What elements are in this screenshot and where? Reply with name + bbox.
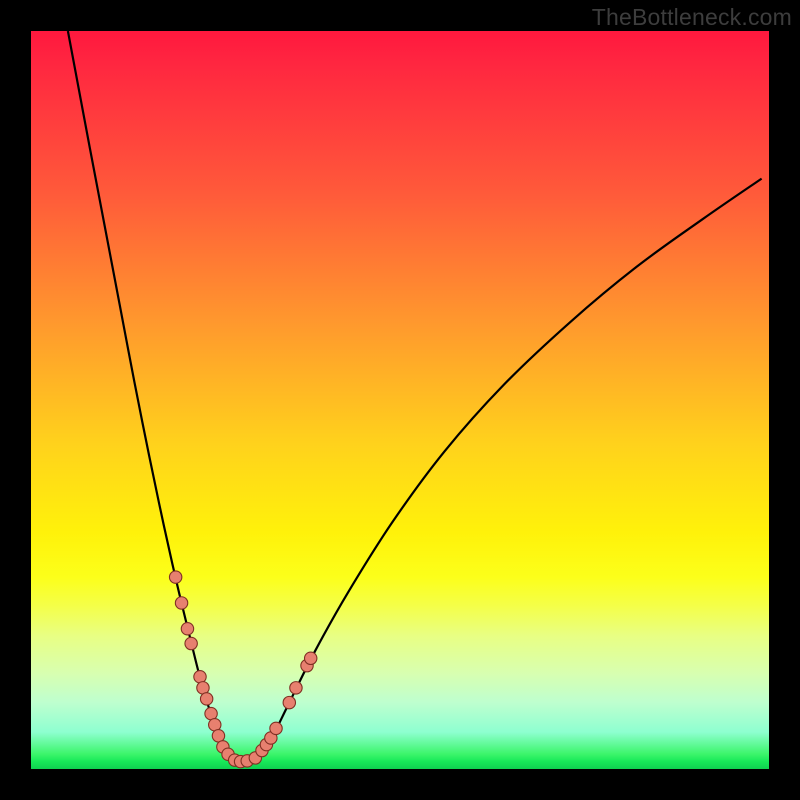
data-point [169,571,181,583]
data-point [209,719,221,731]
data-point [197,682,209,694]
data-point [185,637,197,649]
bottleneck-curve [68,31,762,762]
data-point [290,682,302,694]
watermark-text: TheBottleneck.com [592,4,792,31]
points-layer [169,571,316,768]
data-point [283,696,295,708]
data-point [200,693,212,705]
data-point [205,707,217,719]
data-point [305,652,317,664]
chart-svg [31,31,769,769]
data-point [194,671,206,683]
curve-layer [68,31,762,762]
data-point [181,623,193,635]
plot-area [31,31,769,769]
data-point [175,597,187,609]
chart-frame: TheBottleneck.com [0,0,800,800]
data-point [270,722,282,734]
